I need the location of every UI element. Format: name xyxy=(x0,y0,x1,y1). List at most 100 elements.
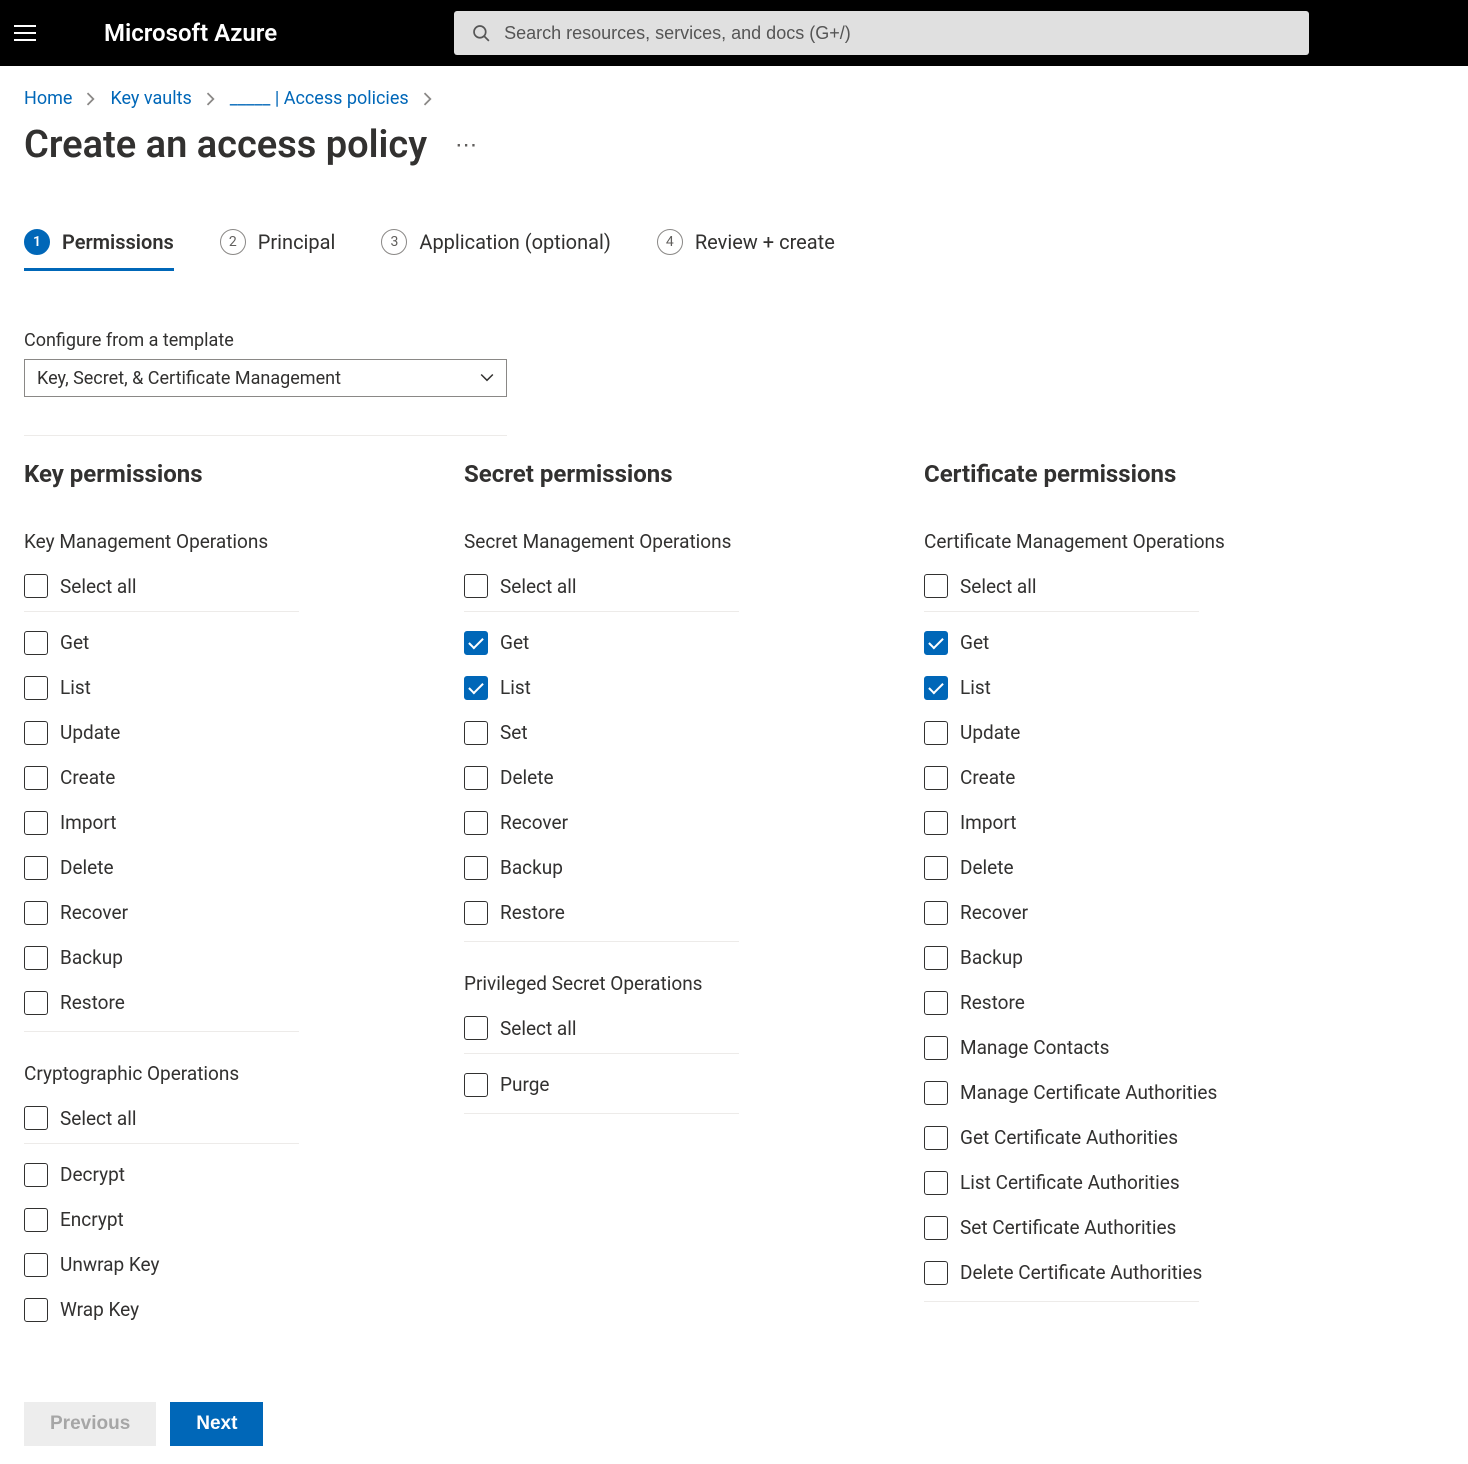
secret-perm-checkbox[interactable] xyxy=(464,1073,488,1097)
secret-perm-checkbox[interactable] xyxy=(464,631,488,655)
key-perm-checkbox[interactable] xyxy=(24,631,48,655)
cert-perm-row: Import xyxy=(924,800,1264,845)
next-button[interactable]: Next xyxy=(170,1402,263,1446)
cert-perm-checkbox[interactable] xyxy=(924,721,948,745)
select-all-label: Select all xyxy=(60,1107,137,1130)
key-perm-checkbox[interactable] xyxy=(24,856,48,880)
key-perm-checkbox[interactable] xyxy=(24,811,48,835)
hamburger-menu-icon[interactable] xyxy=(14,19,42,47)
divider xyxy=(464,941,739,942)
search-input[interactable] xyxy=(504,23,1291,44)
wizard-step-3[interactable]: 3Application (optional) xyxy=(381,229,610,269)
cert-select-all-checkbox[interactable] xyxy=(924,574,948,598)
key-perm-checkbox[interactable] xyxy=(24,676,48,700)
secret-perm-checkbox[interactable] xyxy=(464,766,488,790)
wizard-step-1[interactable]: 1Permissions xyxy=(24,229,174,269)
chevron-right-icon xyxy=(86,92,96,106)
breadcrumb-home[interactable]: Home xyxy=(24,88,72,109)
divider xyxy=(924,1301,1199,1302)
cert-perm-row: Backup xyxy=(924,935,1264,980)
cert-perm-checkbox[interactable] xyxy=(924,991,948,1015)
cert-perm-row: Manage Contacts xyxy=(924,1025,1264,1070)
cert-perm-checkbox[interactable] xyxy=(924,1126,948,1150)
cert-perm-checkbox[interactable] xyxy=(924,811,948,835)
secret-select-all-row: Select all xyxy=(464,1009,739,1054)
key-perm-checkbox[interactable] xyxy=(24,1253,48,1277)
breadcrumb-access-policies[interactable]: _____ | Access policies xyxy=(230,88,409,109)
template-select[interactable]: Key, Secret, & Certificate Management xyxy=(24,359,507,397)
cert-perm-row: List xyxy=(924,665,1264,710)
key-perm-checkbox[interactable] xyxy=(24,766,48,790)
key-perm-checkbox[interactable] xyxy=(24,1208,48,1232)
cert-perm-checkbox[interactable] xyxy=(924,631,948,655)
secret-perm-checkbox[interactable] xyxy=(464,676,488,700)
cert-perm-checkbox[interactable] xyxy=(924,1171,948,1195)
secret-select-all-checkbox[interactable] xyxy=(464,574,488,598)
secret-perm-label: Get xyxy=(500,631,529,654)
cert-perm-checkbox[interactable] xyxy=(924,946,948,970)
template-select-value: Key, Secret, & Certificate Management xyxy=(37,368,341,389)
chevron-right-icon xyxy=(423,92,433,106)
cert-perm-checkbox[interactable] xyxy=(924,856,948,880)
cert-perm-row: Create xyxy=(924,755,1264,800)
key-perm-row: Decrypt xyxy=(24,1152,329,1197)
cert-perm-label: Manage Certificate Authorities xyxy=(960,1081,1217,1104)
wizard-step-4[interactable]: 4Review + create xyxy=(657,229,835,269)
key-perm-checkbox[interactable] xyxy=(24,946,48,970)
previous-button[interactable]: Previous xyxy=(24,1402,156,1446)
select-all-label: Select all xyxy=(500,575,577,598)
key-perm-checkbox[interactable] xyxy=(24,901,48,925)
secret-select-all-checkbox[interactable] xyxy=(464,1016,488,1040)
cert-perm-checkbox[interactable] xyxy=(924,1081,948,1105)
key-perm-label: Create xyxy=(60,766,115,789)
key-perm-checkbox[interactable] xyxy=(24,1163,48,1187)
secret-perm-checkbox[interactable] xyxy=(464,721,488,745)
cert-perm-row: Manage Certificate Authorities xyxy=(924,1070,1264,1115)
breadcrumb-keyvaults[interactable]: Key vaults xyxy=(110,88,191,109)
cert-perm-row: List Certificate Authorities xyxy=(924,1160,1264,1205)
divider xyxy=(24,1031,299,1032)
cert-perm-checkbox[interactable] xyxy=(924,901,948,925)
secret-group-title: Privileged Secret Operations xyxy=(464,972,924,995)
secret-perm-checkbox[interactable] xyxy=(464,811,488,835)
key-select-all-checkbox[interactable] xyxy=(24,574,48,598)
cert-perm-row: Get Certificate Authorities xyxy=(924,1115,1264,1160)
key-perm-label: Restore xyxy=(60,991,125,1014)
secret-perm-checkbox[interactable] xyxy=(464,856,488,880)
key-perm-row: Delete xyxy=(24,845,329,890)
cert-group-title: Certificate Management Operations xyxy=(924,530,1384,553)
secret-perm-label: Purge xyxy=(500,1073,549,1096)
key-select-all-checkbox[interactable] xyxy=(24,1106,48,1130)
wizard-footer: Previous Next xyxy=(0,1383,1468,1464)
key-perm-label: Update xyxy=(60,721,120,744)
cert-perm-checkbox[interactable] xyxy=(924,1216,948,1240)
cert-perm-checkbox[interactable] xyxy=(924,676,948,700)
secret-perm-row: Restore xyxy=(464,890,769,935)
key-perm-row: Backup xyxy=(24,935,329,980)
cert-perm-label: Set Certificate Authorities xyxy=(960,1216,1176,1239)
cert-perm-checkbox[interactable] xyxy=(924,766,948,790)
key-perm-label: Encrypt xyxy=(60,1208,124,1231)
key-perm-row: Update xyxy=(24,710,329,755)
cert-select-all-row: Select all xyxy=(924,567,1199,612)
cert-perm-label: Backup xyxy=(960,946,1023,969)
secret-perm-checkbox[interactable] xyxy=(464,901,488,925)
more-actions-icon[interactable]: ⋯ xyxy=(455,133,479,158)
key-perm-row: Import xyxy=(24,800,329,845)
key-perm-row: Wrap Key xyxy=(24,1287,329,1328)
key-perm-label: Delete xyxy=(60,856,114,879)
cert-perm-checkbox[interactable] xyxy=(924,1036,948,1060)
key-perm-checkbox[interactable] xyxy=(24,721,48,745)
top-bar: Microsoft Azure xyxy=(0,0,1468,66)
cert-perm-label: Create xyxy=(960,766,1015,789)
key-perm-checkbox[interactable] xyxy=(24,1298,48,1322)
key-permissions-column: Key permissions Key Management Operation… xyxy=(24,460,464,1328)
wizard-step-2[interactable]: 2Principal xyxy=(220,229,336,269)
cert-perm-label: Manage Contacts xyxy=(960,1036,1109,1059)
key-group-title: Cryptographic Operations xyxy=(24,1062,464,1085)
key-perm-label: Unwrap Key xyxy=(60,1253,160,1276)
key-perm-checkbox[interactable] xyxy=(24,991,48,1015)
global-search[interactable] xyxy=(454,11,1309,55)
select-all-label: Select all xyxy=(500,1017,577,1040)
cert-perm-checkbox[interactable] xyxy=(924,1261,948,1285)
